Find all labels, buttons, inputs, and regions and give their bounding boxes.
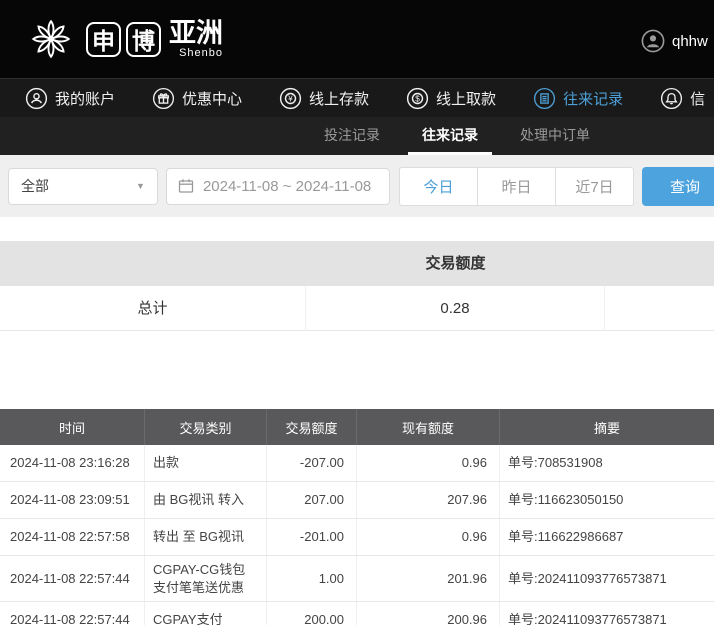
table-row: 2024-11-08 22:57:58 转出 至 BG视讯 -201.00 0.… — [0, 519, 714, 556]
cell-time: 2024-11-08 23:16:28 — [0, 445, 145, 481]
top-header: 申 博 亚洲 Shenbo qhhw — [0, 0, 714, 78]
nav-item-my-account[interactable]: 我的账户 — [25, 87, 115, 110]
cell-balance: 0.96 — [357, 519, 500, 555]
records-icon — [533, 87, 556, 110]
table-row: 2024-11-08 23:16:28 出款 -207.00 0.96 单号:7… — [0, 445, 714, 482]
cell-amount: 207.00 — [267, 482, 357, 518]
tab-betting-records[interactable]: 投注记录 — [310, 117, 394, 155]
logo-subtitle: Shenbo — [179, 47, 223, 59]
logo-char-2: 博 — [126, 22, 161, 57]
nav-item-records[interactable]: 往来记录 — [533, 87, 623, 110]
col-header-type: 交易类别 — [145, 409, 267, 445]
cell-time: 2024-11-08 22:57:44 — [0, 556, 145, 601]
cell-summary: 单号:708531908 — [500, 445, 714, 481]
cell-amount: -201.00 — [267, 519, 357, 555]
money-withdraw-icon: $ — [406, 87, 429, 110]
query-button[interactable]: 查询 — [642, 167, 714, 206]
cell-time: 2024-11-08 22:57:58 — [0, 519, 145, 555]
table-row: 2024-11-08 22:57:44 CGPAY支付 200.00 200.9… — [0, 602, 714, 625]
summary-total-value: 0.28 — [306, 286, 605, 331]
coin-deposit-icon: ¥ — [279, 87, 302, 110]
cell-type: 由 BG视讯 转入 — [145, 482, 267, 518]
summary-total-row: 总计 0.28 — [0, 286, 714, 331]
cell-summary: 单号:202411093776573871 — [500, 602, 714, 625]
svg-text:$: $ — [415, 94, 420, 103]
nav-item-deposit[interactable]: ¥ 线上存款 — [279, 87, 369, 110]
nav-label: 我的账户 — [55, 88, 115, 109]
today-button[interactable]: 今日 — [399, 167, 478, 206]
date-shortcut-group: 今日 昨日 近7日 — [399, 167, 634, 206]
nav-label: 优惠中心 — [182, 88, 242, 109]
nav-label: 线上存款 — [309, 88, 369, 109]
summary-header-label: 交易额度 — [306, 241, 605, 286]
cell-type: CGPAY支付 — [145, 602, 267, 625]
tab-transaction-records[interactable]: 往来记录 — [408, 117, 492, 155]
nav-label: 线上取款 — [436, 88, 496, 109]
cell-summary: 单号:202411093776573871 — [500, 556, 714, 601]
bell-icon — [660, 87, 683, 110]
cell-time: 2024-11-08 23:09:51 — [0, 482, 145, 518]
calendar-icon — [178, 178, 194, 194]
user-avatar-icon — [641, 29, 665, 53]
user-icon — [25, 87, 48, 110]
records-subnav: 投注记录 往来记录 处理中订单 — [0, 117, 714, 155]
cell-balance: 201.96 — [357, 556, 500, 601]
username-text: qhhw — [672, 33, 708, 50]
records-table: 时间 交易类别 交易额度 现有额度 摘要 2024-11-08 23:16:28… — [0, 409, 714, 625]
date-range-input[interactable]: 2024-11-08 ~ 2024-11-08 — [166, 168, 390, 205]
logo-char-1: 申 — [86, 22, 121, 57]
cell-summary: 单号:116623050150 — [500, 482, 714, 518]
type-select[interactable]: 全部 ▼ — [8, 168, 158, 205]
cell-type: 出款 — [145, 445, 267, 481]
summary-total-spacer — [605, 286, 714, 331]
summary-total-label: 总计 — [0, 286, 306, 331]
nav-item-withdraw[interactable]: $ 线上取款 — [406, 87, 496, 110]
cell-balance: 207.96 — [357, 482, 500, 518]
tab-processing-orders[interactable]: 处理中订单 — [506, 117, 604, 155]
cell-balance: 200.96 — [357, 602, 500, 625]
yesterday-button[interactable]: 昨日 — [477, 167, 556, 206]
cell-amount: 200.00 — [267, 602, 357, 625]
cell-summary: 单号:116622986687 — [500, 519, 714, 555]
cell-balance: 0.96 — [357, 445, 500, 481]
logo-region-text: 亚洲 — [169, 19, 223, 47]
last7days-button[interactable]: 近7日 — [555, 167, 634, 206]
summary-header-spacer — [605, 241, 714, 286]
cell-type: 转出 至 BG视讯 — [145, 519, 267, 555]
flower-logo-icon — [28, 16, 74, 62]
summary-header-spacer — [0, 241, 306, 286]
summary-table: 交易额度 总计 0.28 — [0, 241, 714, 331]
cell-time: 2024-11-08 22:57:44 — [0, 602, 145, 625]
table-header-row: 时间 交易类别 交易额度 现有额度 摘要 — [0, 409, 714, 445]
col-header-amount: 交易额度 — [267, 409, 357, 445]
date-range-value: 2024-11-08 ~ 2024-11-08 — [203, 178, 371, 195]
col-header-summary: 摘要 — [500, 409, 714, 445]
cell-type: CGPAY-CG钱包支付笔笔送优惠 — [145, 556, 267, 601]
nav-item-messages[interactable]: 信 — [660, 87, 705, 110]
col-header-balance: 现有额度 — [357, 409, 500, 445]
table-row: 2024-11-08 22:57:44 CGPAY-CG钱包支付笔笔送优惠 1.… — [0, 556, 714, 602]
summary-header-row: 交易额度 — [0, 241, 714, 286]
nav-label: 往来记录 — [563, 88, 623, 109]
filter-bar: 全部 ▼ 2024-11-08 ~ 2024-11-08 今日 昨日 近7日 查… — [0, 155, 714, 217]
gift-icon — [152, 87, 175, 110]
chevron-down-icon: ▼ — [136, 181, 145, 191]
nav-item-promotions[interactable]: 优惠中心 — [152, 87, 242, 110]
transaction-records-page: 申 博 亚洲 Shenbo qhhw 我的账户 优惠中 — [0, 0, 714, 625]
main-nav: 我的账户 优惠中心 ¥ 线上存款 $ 线上取款 往来记录 — [0, 78, 714, 117]
col-header-time: 时间 — [0, 409, 145, 445]
nav-label: 信 — [690, 88, 705, 109]
brand-region: 亚洲 Shenbo — [169, 19, 223, 59]
cell-amount: 1.00 — [267, 556, 357, 601]
type-select-value: 全部 — [21, 176, 49, 196]
cell-amount: -207.00 — [267, 445, 357, 481]
brand-logo: 申 博 — [86, 22, 161, 57]
svg-text:¥: ¥ — [287, 94, 293, 103]
user-account[interactable]: qhhw — [641, 29, 708, 53]
table-row: 2024-11-08 23:09:51 由 BG视讯 转入 207.00 207… — [0, 482, 714, 519]
